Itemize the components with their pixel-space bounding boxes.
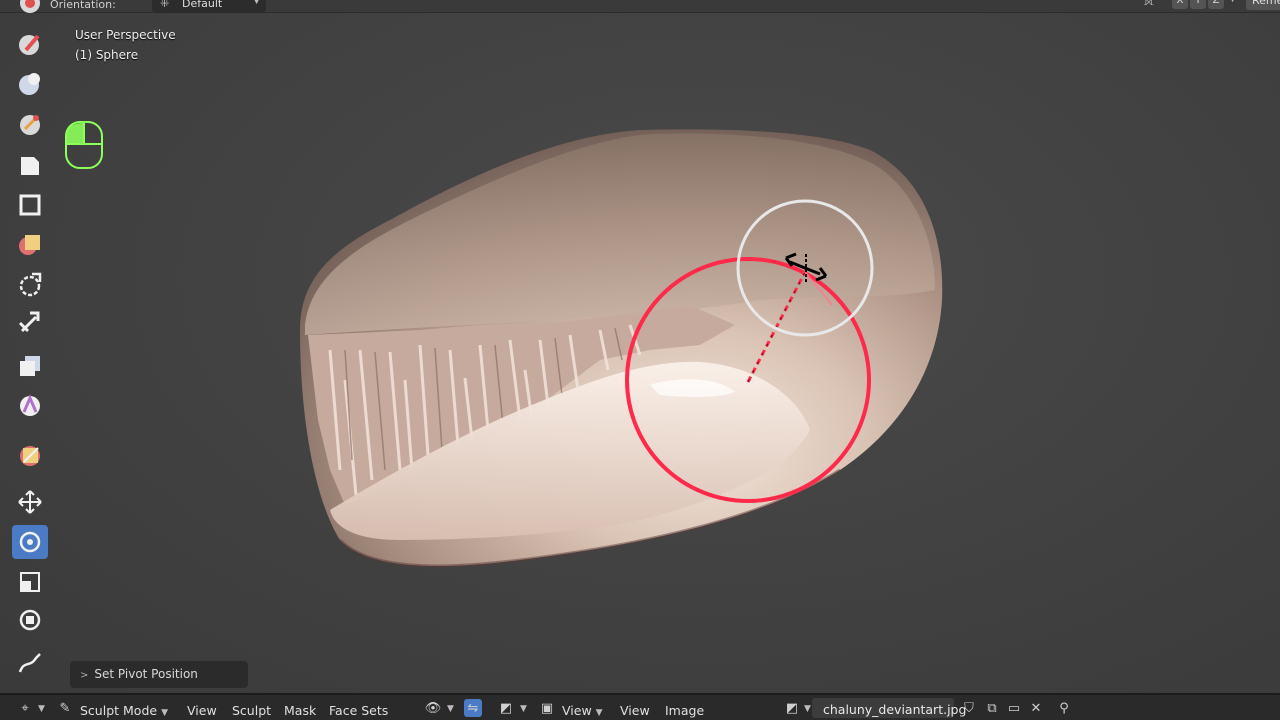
overlay-icon[interactable]: 👁 xyxy=(424,699,442,717)
duplicate-icon[interactable]: ⧉ xyxy=(983,699,1001,717)
tool-shelf xyxy=(8,0,56,693)
chevron-down-icon: ▼ xyxy=(161,708,168,718)
mirror-z-button[interactable]: Z xyxy=(1208,0,1224,9)
image-view-icon: ▣ xyxy=(540,700,554,716)
mask-brush-icon xyxy=(20,394,40,416)
view-perspective-text: User Perspective xyxy=(75,28,176,42)
bottom-header-bar: ⌖ ▼ ✎ Sculpt Mode ▼ View Sculpt Mask Face… xyxy=(0,693,1280,720)
sculpt-mode-icon: ✎ xyxy=(59,700,71,716)
flatten-brush-icon xyxy=(19,272,42,297)
orientation-dropdown[interactable]: ⁜ Default ▼ xyxy=(152,0,266,12)
tool-draw[interactable] xyxy=(12,0,48,20)
tool-blob[interactable] xyxy=(12,149,48,183)
tool-transform[interactable] xyxy=(12,603,48,637)
annotate-icon xyxy=(18,653,41,673)
blob-brush-icon xyxy=(21,157,39,175)
clay-brush-icon xyxy=(19,34,40,55)
chevron-down-icon[interactable]: ▼ xyxy=(804,704,811,714)
tool-snake-hook[interactable] xyxy=(12,349,48,383)
viewport-info: User Perspective (1) Sphere xyxy=(75,25,176,65)
snake-hook-brush-icon xyxy=(20,356,40,376)
active-object-text: (1) Sphere xyxy=(75,48,139,62)
tool-scale[interactable] xyxy=(12,565,48,599)
tool-grab[interactable] xyxy=(12,306,48,340)
mirror-icon[interactable]: ⟗ xyxy=(1144,0,1155,9)
scale-icon xyxy=(20,572,40,592)
image-menu-view[interactable]: View xyxy=(620,703,650,718)
rotate-icon xyxy=(19,531,41,553)
mode-dropdown[interactable]: Sculpt Mode ▼ xyxy=(80,703,168,718)
chevron-down-icon[interactable]: ▼ xyxy=(447,704,454,714)
tool-mask[interactable] xyxy=(12,389,48,423)
tool-smooth[interactable] xyxy=(12,227,48,261)
transform-icon xyxy=(19,609,41,631)
snap-toggle-icon[interactable]: ⇋ xyxy=(464,699,482,717)
image-browse-icon[interactable]: ◩ xyxy=(783,699,801,717)
tool-flatten[interactable] xyxy=(12,267,48,301)
orientation-label: Orientation: xyxy=(50,0,116,11)
draw-brush-icon xyxy=(20,0,40,13)
tool-layer[interactable] xyxy=(12,67,48,101)
chevron-down-icon[interactable]: ▼ xyxy=(38,704,45,714)
sculpt-mesh-view[interactable] xyxy=(0,0,1280,693)
tool-crease[interactable] xyxy=(12,188,48,222)
last-operation-panel[interactable]: > Set Pivot Position xyxy=(70,661,248,688)
open-folder-icon[interactable]: ▭ xyxy=(1005,699,1023,717)
inflate-brush-icon xyxy=(20,115,40,135)
chevron-down-icon[interactable]: ▼ xyxy=(1229,0,1236,4)
image-menu-image[interactable]: Image xyxy=(665,703,704,718)
image-view-label: View xyxy=(562,703,592,718)
orientation-gizmo-icon: ⁜ xyxy=(160,0,170,10)
tool-move[interactable] xyxy=(12,485,48,519)
image-view-dropdown[interactable]: View ▼ xyxy=(562,703,603,718)
chevron-right-icon: > xyxy=(80,670,89,681)
image-editor-type-icon[interactable]: ◩ xyxy=(497,699,515,717)
remesh-button[interactable]: Reme xyxy=(1246,0,1280,10)
grab-brush-icon xyxy=(18,311,40,333)
menu-view[interactable]: View xyxy=(187,703,217,718)
editor-type-icon[interactable]: ⌖ xyxy=(16,699,34,717)
image-file-field[interactable]: chaluny_deviantart.jpg xyxy=(812,698,966,718)
menu-sculpt[interactable]: Sculpt xyxy=(232,703,271,718)
layer-brush-icon xyxy=(19,73,40,95)
menu-mask[interactable]: Mask xyxy=(284,703,316,718)
mirror-y-button[interactable]: Y xyxy=(1190,0,1206,9)
chevron-down-icon: ▼ xyxy=(595,708,603,718)
tool-clay[interactable] xyxy=(12,27,48,61)
tool-face-set[interactable] xyxy=(12,439,48,473)
close-icon[interactable]: ✕ xyxy=(1027,699,1045,717)
face-set-icon xyxy=(20,446,40,466)
move-icon xyxy=(18,490,42,514)
smooth-brush-icon xyxy=(19,235,40,255)
fake-user-shield-icon[interactable]: ⛉ xyxy=(960,699,978,717)
tool-rotate[interactable] xyxy=(12,525,48,559)
chevron-down-icon[interactable]: ▼ xyxy=(520,704,527,714)
pin-icon[interactable]: ⚲ xyxy=(1055,699,1073,717)
crease-brush-icon xyxy=(19,194,41,216)
tool-inflate[interactable] xyxy=(12,107,48,141)
menu-face-sets[interactable]: Face Sets xyxy=(329,703,388,718)
tool-annotate[interactable] xyxy=(12,647,48,681)
mouse-button-indicator-icon xyxy=(65,121,103,169)
orientation-value: Default xyxy=(182,0,223,10)
chevron-down-icon: ▼ xyxy=(253,0,260,6)
viewport-header: Orientation: ⁜ Default ▼ ⟗ X Y Z ▼ Reme xyxy=(0,0,1280,13)
last-operation-label: Set Pivot Position xyxy=(94,667,198,681)
mode-label: Sculpt Mode xyxy=(80,703,158,718)
mirror-x-button[interactable]: X xyxy=(1172,0,1188,9)
3d-viewport[interactable]: Orientation: ⁜ Default ▼ ⟗ X Y Z ▼ Reme … xyxy=(0,0,1280,693)
